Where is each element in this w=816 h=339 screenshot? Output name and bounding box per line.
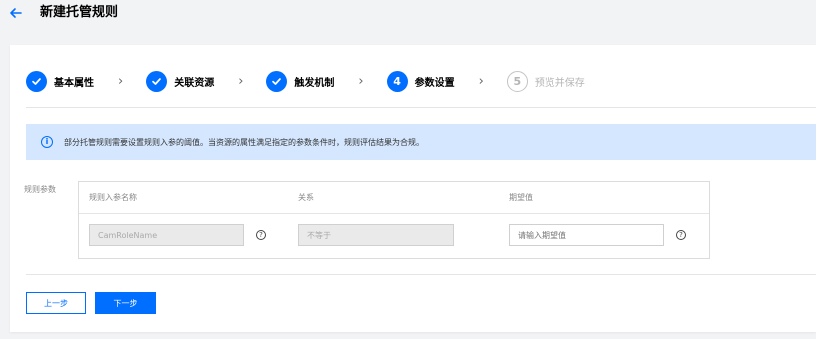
expected-value-input[interactable] — [509, 224, 664, 246]
chevron-right-icon: › — [478, 73, 484, 89]
table-header: 规则入参名称 关系 期望值 — [79, 182, 709, 214]
step-trigger[interactable]: 触发机制 — [266, 70, 335, 92]
step-params[interactable]: 4 参数设置 — [386, 70, 455, 92]
check-icon — [26, 70, 47, 92]
help-icon[interactable]: ? — [256, 230, 266, 240]
step-label: 基本属性 — [54, 77, 94, 89]
column-header: 期望值 — [509, 193, 533, 202]
param-name-field — [89, 224, 244, 246]
page-header: 新建托管规则 — [0, 0, 816, 28]
step-resources[interactable]: 关联资源 — [146, 70, 215, 92]
chevron-right-icon: › — [358, 73, 364, 89]
step-indicator: 基本属性 › 关联资源 › 触发机制 › 4 参数设置 › 5 预览并保存 — [26, 69, 585, 93]
step-label: 触发机制 — [294, 77, 335, 89]
divider — [26, 107, 816, 108]
page-title: 新建托管规则 — [40, 5, 119, 20]
info-notice: i 部分托管规则需要设置规则入参的阈值。当资源的属性满足指定的参数条件时，规则评… — [26, 124, 816, 160]
params-table: 规则入参名称 关系 期望值 ? ? — [78, 181, 710, 259]
step-label: 参数设置 — [414, 77, 455, 89]
step-preview: 5 预览并保存 — [506, 70, 585, 92]
prev-step-button[interactable]: 上一步 — [26, 292, 86, 314]
check-icon — [266, 70, 288, 92]
column-header: 关系 — [298, 193, 314, 202]
next-step-button[interactable]: 下一步 — [95, 292, 156, 314]
relation-field — [298, 224, 454, 246]
divider — [26, 274, 816, 275]
check-icon — [146, 70, 168, 92]
step-label: 关联资源 — [174, 77, 215, 89]
wizard-card: 基本属性 › 关联资源 › 触发机制 › 4 参数设置 › 5 预览并保存 i — [10, 45, 816, 332]
step-number: 5 — [506, 70, 528, 92]
step-number: 4 — [386, 70, 408, 92]
step-label: 预览并保存 — [534, 77, 585, 89]
step-basic[interactable]: 基本属性 — [26, 70, 94, 92]
chevron-right-icon: › — [238, 73, 244, 89]
chevron-right-icon: › — [118, 73, 124, 89]
notice-text: 部分托管规则需要设置规则入参的阈值。当资源的属性满足指定的参数条件时，规则评估结… — [64, 137, 424, 147]
help-icon[interactable]: ? — [676, 230, 686, 240]
column-header: 规则入参名称 — [89, 193, 137, 202]
params-section-label: 规则参数 — [24, 185, 56, 194]
info-icon: i — [41, 136, 53, 148]
arrow-left-icon[interactable] — [9, 4, 27, 22]
